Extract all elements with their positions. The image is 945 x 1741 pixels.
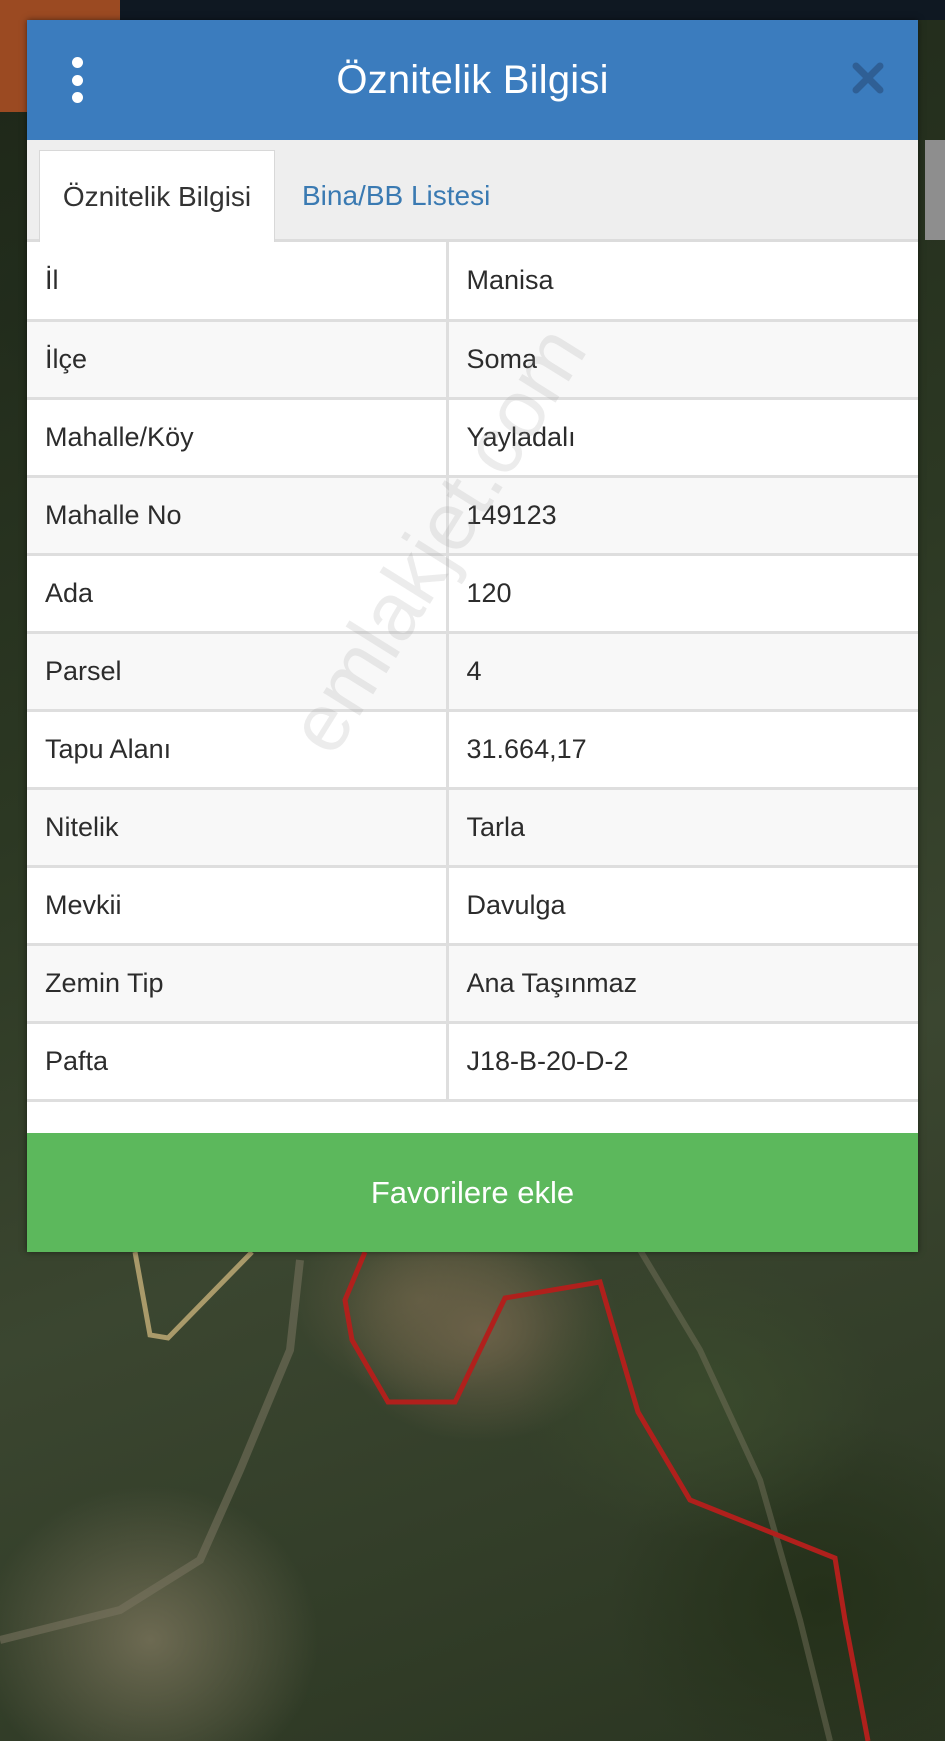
close-x-icon[interactable] bbox=[848, 58, 888, 98]
attribute-key: Mevkii bbox=[27, 864, 449, 946]
table-row: Mevkii Davulga bbox=[27, 864, 918, 946]
neighbor-parcel-border bbox=[132, 1250, 254, 1341]
attribute-key: Mahalle No bbox=[27, 474, 449, 556]
attribute-value: 149123 bbox=[445, 474, 918, 556]
attribute-value: 31.664,17 bbox=[445, 708, 918, 790]
attribute-value: Manisa bbox=[445, 242, 918, 322]
table-row: Mahalle No 149123 bbox=[27, 474, 918, 556]
attribute-key: Zemin Tip bbox=[27, 942, 449, 1024]
attribute-value: 120 bbox=[445, 552, 918, 634]
attribute-key: İl bbox=[27, 242, 449, 322]
dirt-road bbox=[0, 1259, 304, 1644]
dialog-header: Öznitelik Bilgisi bbox=[27, 20, 918, 140]
table-row: Mahalle/Köy Yayladalı bbox=[27, 396, 918, 478]
table-row: Parsel 4 bbox=[27, 630, 918, 712]
attribute-key: İlçe bbox=[27, 318, 449, 400]
attribute-value: Davulga bbox=[445, 864, 918, 946]
attribute-value: Tarla bbox=[445, 786, 918, 868]
attribute-key: Pafta bbox=[27, 1020, 449, 1102]
add-to-favorites-button[interactable]: Favorilere ekle bbox=[27, 1133, 918, 1252]
table-row: Tapu Alanı 31.664,17 bbox=[27, 708, 918, 790]
attribute-value: J18-B-20-D-2 bbox=[445, 1020, 918, 1102]
attribute-key: Parsel bbox=[27, 630, 449, 712]
attribute-table: İl Manisa İlçe Soma Mahalle/Köy Yayladalı Maha… bbox=[27, 242, 918, 1102]
dialog-title: Öznitelik Bilgisi bbox=[336, 57, 609, 102]
attribute-key: Tapu Alanı bbox=[27, 708, 449, 790]
attribute-key: Ada bbox=[27, 552, 449, 634]
table-row: İl Manisa bbox=[27, 242, 918, 322]
vertical-dots-icon[interactable] bbox=[69, 57, 85, 103]
attribute-key: Mahalle/Köy bbox=[27, 396, 449, 478]
tab-building-list[interactable]: Bina/BB Listesi bbox=[302, 150, 490, 242]
attribute-info-dialog: Öznitelik Bilgisi Öznitelik Bilgisi Bina… bbox=[27, 20, 918, 1252]
dirt-road bbox=[637, 1248, 833, 1741]
table-row: İlçe Soma bbox=[27, 318, 918, 400]
selected-parcel-border bbox=[342, 1251, 871, 1741]
attribute-key: Nitelik bbox=[27, 786, 449, 868]
table-row: Zemin Tip Ana Taşınmaz bbox=[27, 942, 918, 1024]
tab-bar: Öznitelik Bilgisi Bina/BB Listesi bbox=[27, 140, 918, 242]
table-row: Pafta J18-B-20-D-2 bbox=[27, 1020, 918, 1102]
attribute-value: Soma bbox=[445, 318, 918, 400]
attribute-value: Ana Taşınmaz bbox=[445, 942, 918, 1024]
table-row: Nitelik Tarla bbox=[27, 786, 918, 868]
attribute-value: 4 bbox=[445, 630, 918, 712]
tab-attribute-info[interactable]: Öznitelik Bilgisi bbox=[39, 150, 275, 242]
attribute-value: Yayladalı bbox=[445, 396, 918, 478]
table-row: Ada 120 bbox=[27, 552, 918, 634]
